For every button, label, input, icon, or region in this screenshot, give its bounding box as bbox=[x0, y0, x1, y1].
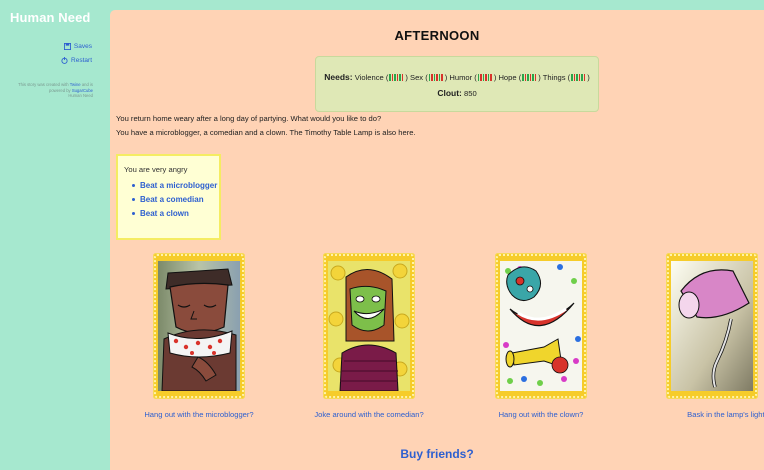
need-meter-bar bbox=[428, 74, 431, 81]
need-item: Hope () bbox=[498, 73, 543, 83]
need-meter-bar bbox=[396, 74, 399, 81]
need-meter-bar bbox=[527, 74, 529, 81]
beat-comedian-link[interactable]: Beat a comedian bbox=[132, 195, 217, 204]
need-meter-bar bbox=[532, 74, 534, 81]
need-meter-bar bbox=[487, 74, 490, 81]
credits-suffix: Human Need bbox=[68, 93, 93, 99]
microblogger-card[interactable]: Hang out with the microblogger? bbox=[144, 253, 254, 419]
time-of-day-heading: AFTERNOON bbox=[394, 28, 480, 43]
beat-clown-link[interactable]: Beat a clown bbox=[132, 209, 217, 218]
need-meter-bar bbox=[399, 74, 401, 81]
card-caption[interactable]: Joke around with the comedian? bbox=[294, 410, 444, 419]
need-meter bbox=[477, 74, 493, 83]
need-meter bbox=[428, 74, 444, 83]
card-caption[interactable]: Hang out with the clown? bbox=[466, 410, 616, 419]
credits-prefix: This story was created with bbox=[18, 82, 69, 87]
need-meter-bar bbox=[438, 74, 441, 81]
need-meter-bar bbox=[490, 74, 492, 81]
saves-button[interactable]: Saves bbox=[63, 43, 92, 50]
need-meter-bar bbox=[576, 74, 578, 81]
narrative-line: You return home weary after a long day o… bbox=[116, 114, 382, 123]
comedian-card[interactable]: Joke around with the comedian? bbox=[314, 253, 424, 419]
lamp-portrait-icon bbox=[671, 261, 753, 391]
angry-options-list: Beat a microblogger Beat a comedian Beat… bbox=[132, 181, 217, 223]
need-meter-bar bbox=[581, 74, 583, 81]
need-meter-bar bbox=[433, 74, 436, 81]
credits: This story was created with Twine and is… bbox=[6, 82, 93, 99]
need-name: Violence bbox=[354, 73, 384, 82]
need-name: Sex bbox=[410, 73, 424, 82]
need-name: Things bbox=[542, 73, 566, 82]
need-item: Violence () bbox=[354, 73, 410, 83]
need-meter-bar bbox=[571, 74, 573, 81]
need-meter-bar bbox=[401, 74, 404, 81]
need-meter-bar bbox=[522, 74, 524, 81]
need-meter-bar bbox=[391, 74, 394, 81]
lamp-card[interactable]: Bask in the lamp's light? bbox=[666, 253, 764, 419]
buy-friends-link[interactable]: Buy friends? bbox=[110, 447, 764, 461]
narrative-line: You have a microblogger, a comedian and … bbox=[116, 128, 416, 137]
need-meter bbox=[389, 74, 404, 83]
main-passage: AFTERNOON Needs: Violence () Sex () Humo… bbox=[110, 10, 764, 470]
beat-microblogger-link[interactable]: Beat a microblogger bbox=[132, 181, 217, 190]
need-item: Things () bbox=[542, 73, 590, 83]
saves-label: Saves bbox=[73, 43, 92, 50]
restart-button[interactable]: Restart bbox=[61, 57, 92, 64]
stats-box: Needs: Violence () Sex () Humor () Hope … bbox=[315, 56, 599, 112]
need-meter-bar bbox=[441, 74, 443, 81]
need-meter-bar bbox=[477, 74, 480, 81]
comedian-portrait-icon bbox=[328, 261, 410, 391]
need-meter bbox=[522, 74, 537, 83]
story-title: Human Need bbox=[10, 10, 91, 25]
need-meter-bar bbox=[389, 74, 391, 81]
need-item: Sex () bbox=[410, 73, 450, 83]
clout-line: Clout: 850 bbox=[316, 88, 598, 98]
twine-link[interactable]: Twine bbox=[70, 82, 81, 87]
need-meter-bar bbox=[482, 74, 485, 81]
need-meter-bar bbox=[573, 74, 576, 81]
sugarcube-link[interactable]: SugarCube bbox=[72, 88, 93, 93]
need-meter-bar bbox=[524, 74, 527, 81]
need-meter-bar bbox=[480, 74, 482, 81]
needs-line: Needs: Violence () Sex () Humor () Hope … bbox=[316, 72, 598, 83]
need-meter-bar bbox=[394, 74, 396, 81]
clown-card[interactable]: Hang out with the clown? bbox=[495, 253, 587, 419]
need-meter-bar bbox=[578, 74, 581, 81]
restart-icon bbox=[61, 57, 68, 64]
save-icon bbox=[63, 43, 71, 50]
clout-value: 850 bbox=[464, 89, 477, 98]
card-caption[interactable]: Bask in the lamp's light? bbox=[653, 410, 764, 419]
need-meter-bar bbox=[431, 74, 433, 81]
needs-label: Needs: bbox=[324, 72, 353, 82]
need-meter-bar bbox=[436, 74, 438, 81]
restart-label: Restart bbox=[71, 57, 92, 64]
need-meter-bar bbox=[583, 74, 586, 81]
need-meter-bar bbox=[485, 74, 487, 81]
need-item: Humor () bbox=[449, 73, 499, 83]
need-meter-bar bbox=[529, 74, 532, 81]
clout-label: Clout: bbox=[437, 88, 462, 98]
need-meter-bar bbox=[534, 74, 537, 81]
angry-choice-box: You are very angry Beat a microblogger B… bbox=[116, 154, 221, 240]
needs-list: Violence () Sex () Humor () Hope () Thin… bbox=[355, 73, 590, 82]
angry-status-text: You are very angry bbox=[124, 165, 188, 174]
need-meter bbox=[571, 74, 586, 83]
microblogger-portrait-icon bbox=[158, 261, 240, 391]
need-name: Hope bbox=[498, 73, 517, 82]
need-name: Humor bbox=[449, 73, 473, 82]
sidebar: Human Need Saves Restart This story was … bbox=[0, 0, 110, 470]
clown-portrait-icon bbox=[500, 261, 582, 391]
card-caption[interactable]: Hang out with the microblogger? bbox=[124, 410, 274, 419]
